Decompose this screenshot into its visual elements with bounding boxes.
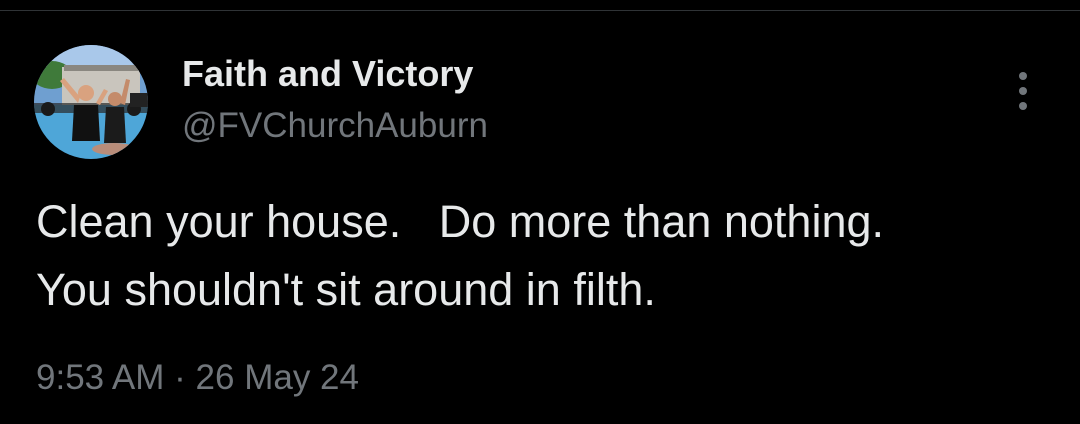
author-handle[interactable]: @FVChurchAuburn bbox=[182, 104, 488, 148]
more-options-button[interactable] bbox=[1002, 66, 1044, 116]
meta-separator: · bbox=[174, 358, 186, 397]
tweet-text-line-1: Clean your house. Do more than nothing. bbox=[36, 196, 885, 247]
more-options-icon-dot bbox=[1019, 87, 1027, 95]
author-display-name[interactable]: Faith and Victory bbox=[182, 52, 473, 96]
tweet: Faith and Victory @FVChurchAuburn Clean … bbox=[0, 0, 1080, 424]
tweet-time: 9:53 AM bbox=[36, 358, 165, 397]
tweet-date: 26 May 24 bbox=[195, 358, 359, 397]
more-options-icon bbox=[1019, 72, 1027, 80]
more-options-icon-dot bbox=[1019, 102, 1027, 110]
tweet-timestamp[interactable]: 9:53 AM · 26 May 24 bbox=[36, 356, 359, 400]
avatar-photo bbox=[34, 45, 148, 159]
author-avatar[interactable] bbox=[34, 45, 148, 159]
tweet-text-line-2: You shouldn't sit around in filth. bbox=[36, 264, 656, 315]
tweet-text: Clean your house. Do more than nothing. … bbox=[36, 188, 1046, 324]
